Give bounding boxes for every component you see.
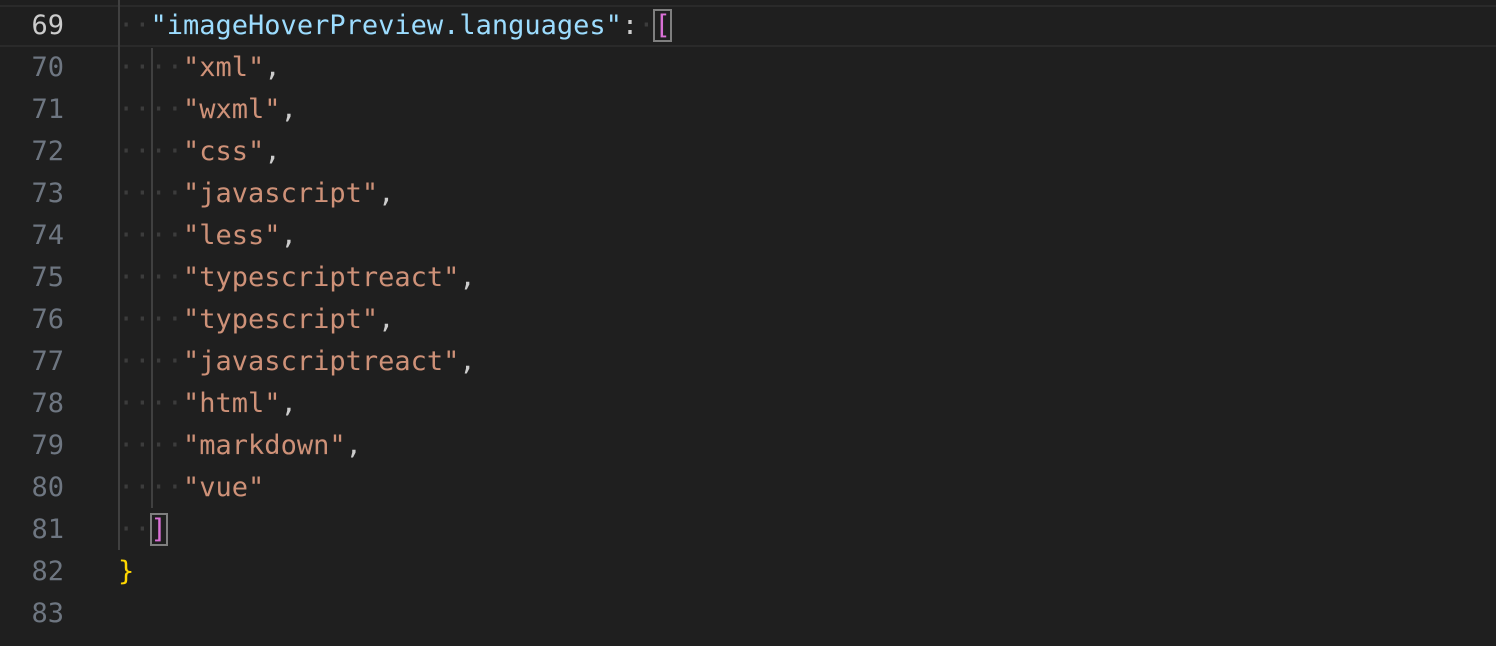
line-number: 73 <box>31 178 64 209</box>
punctuation-token: , <box>280 94 297 125</box>
string-token: "javascriptreact" <box>183 346 460 377</box>
line-number: 74 <box>31 220 64 251</box>
code-line[interactable]: 72 ····"css", <box>0 131 1496 173</box>
code-line[interactable]: 69 ··"imageHoverPreview.languages":·[ <box>0 5 1496 47</box>
line-number: 78 <box>31 388 64 419</box>
line-number: 72 <box>31 136 64 167</box>
string-token: "xml" <box>183 52 265 83</box>
line-number: 69 <box>31 10 64 41</box>
punctuation-token: : <box>621 10 639 41</box>
code-text[interactable]: } <box>118 551 134 593</box>
line-number: 80 <box>31 472 64 503</box>
code-line[interactable]: 78 ····"html", <box>0 383 1496 425</box>
punctuation-token: , <box>280 220 297 251</box>
code-editor[interactable]: 69··"imageHoverPreview.languages":·[70··… <box>0 0 1496 646</box>
string-token: "javascript" <box>183 178 379 209</box>
code-line[interactable]: 73 ····"javascript", <box>0 173 1496 215</box>
punctuation-token: , <box>280 388 297 419</box>
json-key-token: "imageHoverPreview.languages" <box>150 10 622 41</box>
whitespace-marker: ·· <box>118 10 151 41</box>
code-text[interactable]: ····"less", <box>118 215 297 257</box>
code-line[interactable]: 77 ····"javascriptreact", <box>0 341 1496 383</box>
string-token: "markdown" <box>183 430 346 461</box>
punctuation-token: , <box>345 430 362 461</box>
bracket-token: [ <box>653 9 672 42</box>
punctuation-token: , <box>378 178 395 209</box>
code-line[interactable]: 71 ····"wxml", <box>0 89 1496 131</box>
code-text[interactable]: ····"css", <box>118 131 281 173</box>
code-text[interactable]: ····"javascriptreact", <box>118 341 476 383</box>
string-token: "typescript" <box>183 304 379 335</box>
whitespace-marker: ·· <box>118 514 151 545</box>
string-token: "less" <box>183 220 281 251</box>
indent-guide-outer <box>118 0 120 550</box>
code-text[interactable]: ··"imageHoverPreview.languages":·[ <box>118 7 672 45</box>
line-number: 82 <box>31 556 64 587</box>
string-token: "html" <box>183 388 281 419</box>
code-text[interactable]: ··] <box>118 509 168 551</box>
code-line[interactable]: 75 ····"typescriptreact", <box>0 257 1496 299</box>
code-line[interactable]: 80 ····"vue" <box>0 467 1496 509</box>
string-token: "vue" <box>183 472 265 503</box>
whitespace-marker: · <box>638 10 655 41</box>
code-line[interactable]: 70 ····"xml", <box>0 47 1496 89</box>
punctuation-token: , <box>378 304 395 335</box>
code-text[interactable]: ····"markdown", <box>118 425 362 467</box>
line-number: 70 <box>31 52 64 83</box>
code-text[interactable]: ····"typescriptreact", <box>118 257 476 299</box>
bracket-token: ] <box>149 513 168 546</box>
line-number: 83 <box>31 598 64 629</box>
code-text[interactable]: ····"typescript", <box>118 299 394 341</box>
code-line[interactable]: 79 ····"markdown", <box>0 425 1496 467</box>
string-token: "typescriptreact" <box>183 262 460 293</box>
code-text[interactable]: ····"html", <box>118 383 297 425</box>
code-line[interactable]: 83 <box>0 593 1496 635</box>
code-line[interactable]: 81 ··] <box>0 509 1496 551</box>
punctuation-token: , <box>264 136 281 167</box>
brace-token: } <box>118 556 135 587</box>
line-number: 71 <box>31 94 64 125</box>
code-text[interactable]: ····"wxml", <box>118 89 297 131</box>
punctuation-token: , <box>459 262 476 293</box>
string-token: "css" <box>183 136 265 167</box>
line-number: 77 <box>31 346 64 377</box>
line-number: 79 <box>31 430 64 461</box>
code-line[interactable]: 82} <box>0 551 1496 593</box>
code-text[interactable]: ····"javascript", <box>118 173 394 215</box>
line-number: 75 <box>31 262 64 293</box>
punctuation-token: , <box>264 52 281 83</box>
line-number: 76 <box>31 304 64 335</box>
code-text[interactable]: ····"vue" <box>118 467 264 509</box>
code-text[interactable]: ····"xml", <box>118 47 281 89</box>
punctuation-token: , <box>459 346 476 377</box>
code-line[interactable]: 74 ····"less", <box>0 215 1496 257</box>
code-line[interactable]: 76 ····"typescript", <box>0 299 1496 341</box>
string-token: "wxml" <box>183 94 281 125</box>
line-number: 81 <box>31 514 64 545</box>
indent-guide-inner <box>151 48 153 508</box>
